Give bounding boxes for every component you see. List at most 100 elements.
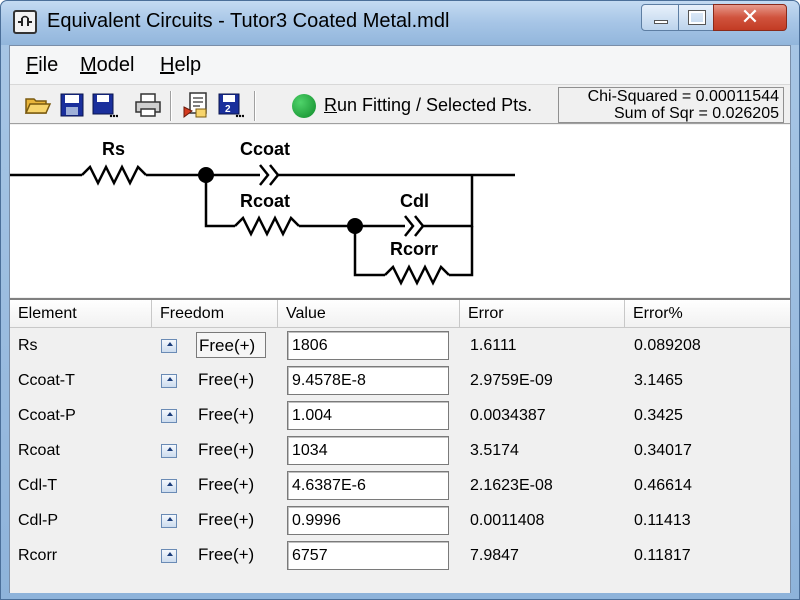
menu-help[interactable]: Help — [160, 54, 201, 77]
error-percent-value: 0.11817 — [634, 547, 691, 564]
element-name: Ccoat-P — [18, 407, 76, 424]
app-circuit-icon — [13, 10, 37, 34]
close-button[interactable]: ✕ — [713, 4, 787, 31]
value-input[interactable]: 9.4578E-8 — [287, 366, 449, 395]
app-window: Equivalent Circuits - Tutor3 Coated Meta… — [0, 0, 800, 600]
run-fitting-label: Run Fitting / Selected Pts. — [324, 95, 533, 115]
label-cdl: Cdl — [400, 191, 429, 211]
label-rcorr: Rcorr — [390, 239, 438, 259]
column-header-freedom[interactable]: Freedom — [152, 300, 278, 328]
window-title: Equivalent Circuits - Tutor3 Coated Meta… — [47, 10, 450, 32]
freedom-spin-icon[interactable] — [161, 444, 177, 458]
circuit-schematic: Rs Ccoat Rcoat Cdl Rcorr — [10, 139, 515, 286]
freedom-spin-icon[interactable] — [161, 514, 177, 528]
error-value: 1.6111 — [470, 337, 517, 354]
value-input[interactable]: 0.9996 — [287, 506, 449, 535]
table-row: Ccoat-T Free(+) 9.4578E-8 2.9759E-09 3.1… — [10, 363, 790, 398]
export-button[interactable]: 2 — [216, 91, 245, 119]
freedom-button[interactable]: Free(+) — [196, 402, 266, 428]
error-percent-value: 0.3425 — [634, 407, 683, 424]
toolbar: 2 Run Fitting / Selected Pts. Chi-Square… — [10, 84, 790, 124]
table-row: Cdl-T Free(+) 4.6387E-6 2.1623E-08 0.466… — [10, 468, 790, 503]
grid-header: Element Freedom Value Error Error% — [10, 300, 790, 328]
wire-branch-rcorr — [353, 226, 385, 277]
save-button[interactable] — [58, 91, 86, 119]
error-value: 0.0034387 — [470, 407, 546, 424]
freedom-button[interactable]: Free(+) — [196, 332, 266, 358]
freedom-button[interactable]: Free(+) — [196, 367, 266, 393]
maximize-button[interactable] — [678, 4, 714, 31]
cpe-cdl-right-plate — [414, 215, 425, 237]
resistor-rcoat — [234, 215, 300, 237]
column-header-error[interactable]: Error — [460, 300, 625, 328]
error-percent-value: 0.11413 — [634, 512, 691, 529]
label-rcoat: Rcoat — [240, 191, 290, 211]
element-name: Cdl-T — [18, 477, 58, 494]
circuit-diagram: Rs Ccoat Rcoat Cdl Rcorr — [10, 125, 790, 297]
wire-rcorr-return — [449, 226, 474, 277]
table-row: Ccoat-P Free(+) 1.004 0.0034387 0.3425 — [10, 398, 790, 433]
junction-node — [198, 167, 214, 183]
freedom-spin-icon[interactable] — [161, 339, 177, 353]
value-input[interactable]: 6757 — [287, 541, 449, 570]
error-percent-value: 0.46614 — [634, 477, 692, 494]
table-row: Rs Free(+) 1806 1.6111 0.089208 — [10, 328, 790, 363]
toolbar-separator — [254, 91, 256, 121]
value-input[interactable]: 1806 — [287, 331, 449, 360]
fit-statistics-panel: Chi-Squared = 0.00011544 Sum of Sqr = 0.… — [558, 87, 784, 123]
freedom-spin-icon[interactable] — [161, 479, 177, 493]
freedom-button[interactable]: Free(+) — [196, 437, 266, 463]
error-percent-value: 0.089208 — [634, 337, 701, 354]
close-icon: ✕ — [740, 5, 760, 30]
freedom-button[interactable]: Free(+) — [196, 542, 266, 568]
cpe-cdl-left-plate — [404, 215, 415, 237]
freedom-button[interactable]: Free(+) — [196, 472, 266, 498]
column-header-error-percent[interactable]: Error% — [625, 300, 790, 328]
column-header-value[interactable]: Value — [278, 300, 460, 328]
parameter-grid: Element Freedom Value Error Error% Rs Fr… — [10, 298, 790, 593]
menu-file[interactable]: File — [26, 54, 58, 77]
save-as-icon — [92, 93, 119, 118]
column-header-element[interactable]: Element — [10, 300, 152, 328]
export-icon: 2 — [218, 93, 245, 118]
value-input[interactable]: 1034 — [287, 436, 449, 465]
element-name: Rcoat — [18, 442, 60, 459]
toolbar-separator — [170, 91, 172, 121]
resistor-rcorr — [384, 264, 450, 286]
cpe-ccoat-right-plate — [269, 164, 280, 186]
junction-node — [347, 218, 363, 234]
element-name: Rcorr — [18, 547, 58, 564]
open-button[interactable] — [24, 91, 52, 119]
minimize-button[interactable] — [641, 4, 679, 31]
folder-open-icon — [24, 98, 52, 114]
freedom-spin-icon[interactable] — [161, 549, 177, 563]
chi-squared-readout: Chi-Squared = 0.00011544 — [587, 88, 779, 105]
print-button[interactable] — [134, 91, 162, 119]
value-input[interactable]: 4.6387E-6 — [287, 471, 449, 500]
element-name: Rs — [18, 337, 38, 354]
label-ccoat: Ccoat — [240, 139, 290, 159]
save-as-button[interactable] — [90, 91, 119, 119]
title-bar[interactable]: Equivalent Circuits - Tutor3 Coated Meta… — [1, 1, 799, 45]
menu-model[interactable]: Model — [80, 54, 134, 77]
error-value: 2.9759E-09 — [470, 372, 553, 389]
wire-cdl-return — [423, 175, 474, 228]
svg-text:2: 2 — [225, 104, 231, 115]
minimize-icon — [654, 20, 668, 24]
table-row: Rcorr Free(+) 6757 7.9847 0.11817 — [10, 538, 790, 573]
table-row: Cdl-P Free(+) 0.9996 0.0011408 0.11413 — [10, 503, 790, 538]
freedom-button[interactable]: Free(+) — [196, 507, 266, 533]
element-name: Ccoat-T — [18, 372, 75, 389]
print-icon — [135, 93, 161, 117]
table-row: Rcoat Free(+) 1034 3.5174 0.34017 — [10, 433, 790, 468]
element-name: Cdl-P — [18, 512, 59, 529]
maximize-icon — [688, 10, 706, 25]
import-button[interactable] — [182, 91, 210, 119]
cpe-ccoat-left-plate — [259, 164, 270, 186]
wire-branch-rcoat — [204, 175, 235, 228]
freedom-spin-icon[interactable] — [161, 409, 177, 423]
error-value: 3.5174 — [470, 442, 519, 459]
value-input[interactable]: 1.004 — [287, 401, 449, 430]
sum-of-squares-readout: Sum of Sqr = 0.026205 — [614, 105, 779, 122]
freedom-spin-icon[interactable] — [161, 374, 177, 388]
